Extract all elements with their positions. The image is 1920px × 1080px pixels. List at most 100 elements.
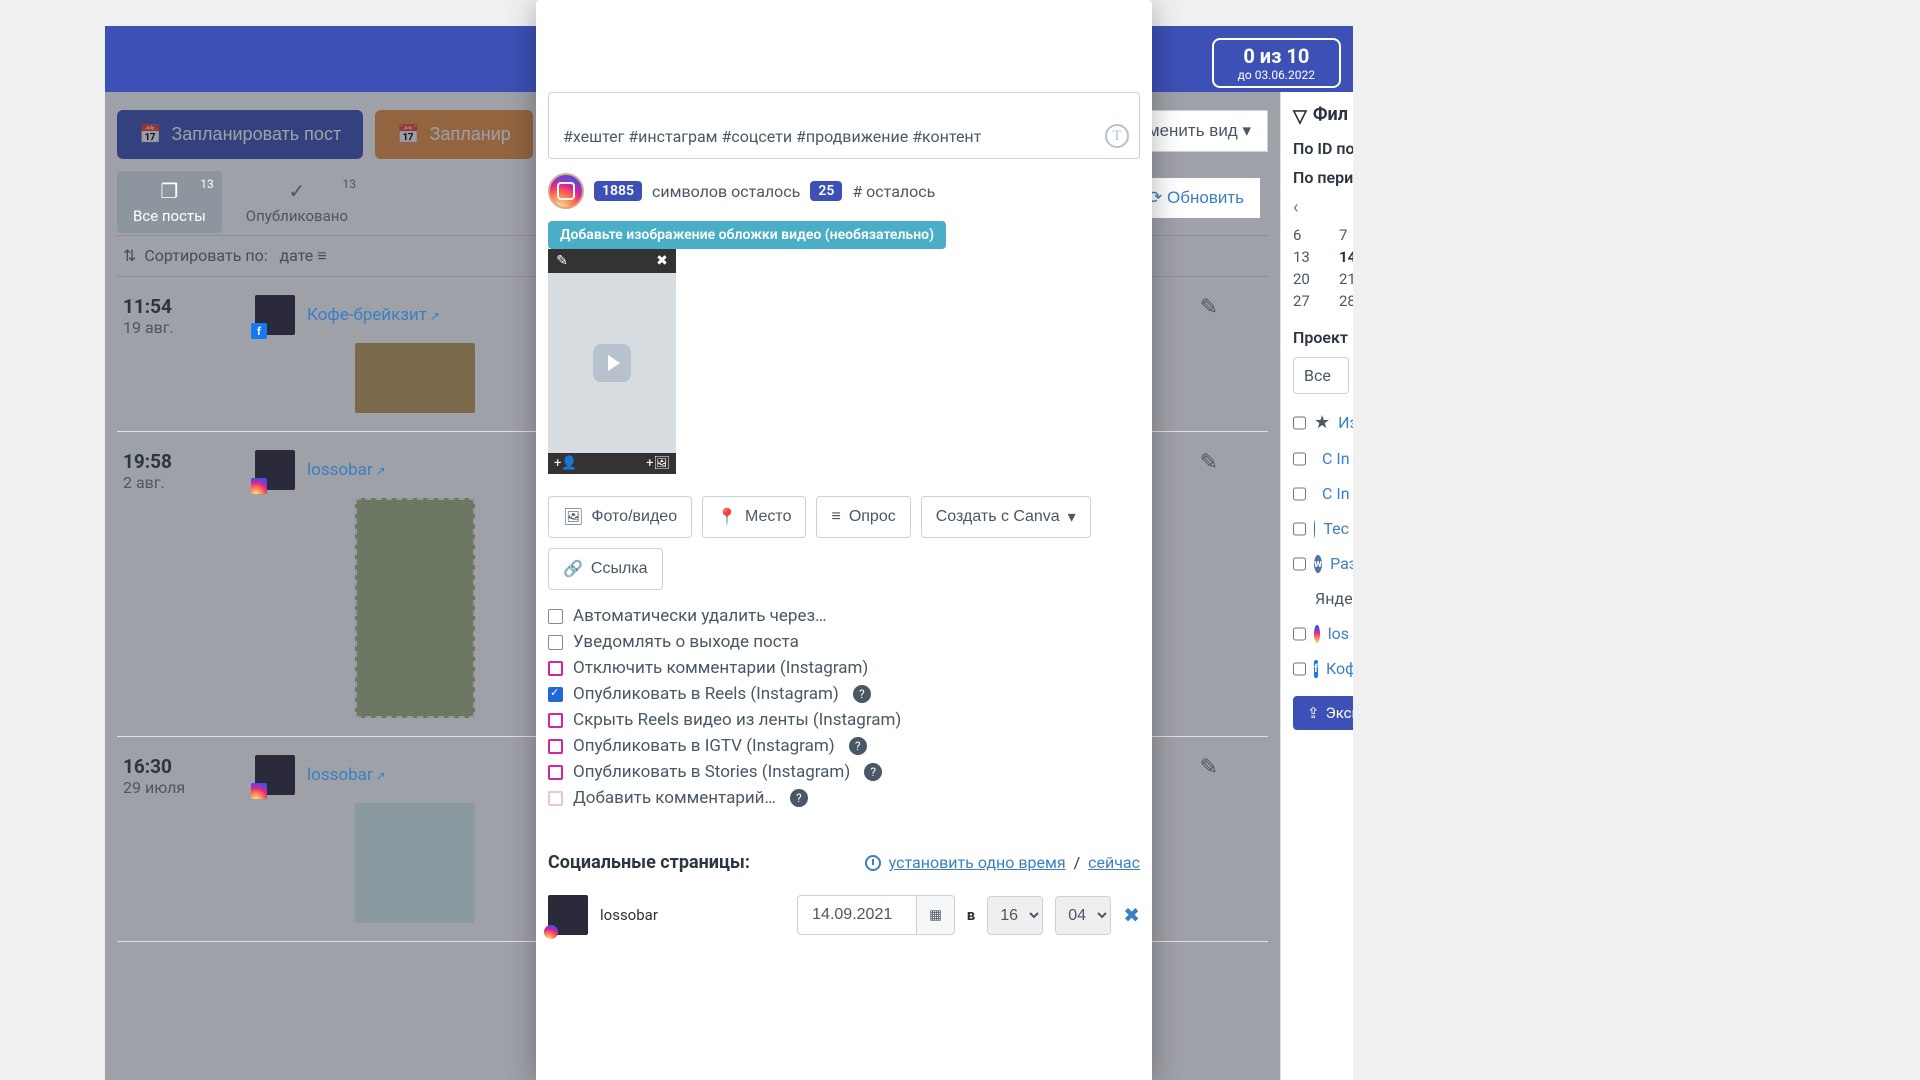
quota-sub: до 03.06.2022 <box>1238 68 1315 82</box>
schedule-row: lossobar ▦ в 16 04 ✖ <box>548 895 1140 935</box>
social-pages-heading: Социальные страницы: <box>548 852 750 873</box>
filter-heading: ▽Фил <box>1293 104 1349 127</box>
list-item-sub: Яндек <box>1315 589 1349 608</box>
filter-icon: ▽ <box>1293 106 1307 127</box>
vk-icon: w <box>1314 555 1322 573</box>
external-icon: ↗ <box>376 464 386 478</box>
chevron-down-icon: ▾ <box>1068 507 1076 527</box>
add-poll-button[interactable]: ≡Опрос <box>816 496 910 538</box>
add-place-button[interactable]: 📍Место <box>702 496 806 538</box>
export-icon: ⇪ <box>1307 704 1320 722</box>
text-format-icon[interactable]: T <box>1105 124 1129 148</box>
star-icon: ★ <box>1314 412 1330 433</box>
instagram-icon <box>251 783 267 799</box>
post-title-link[interactable]: lossobar↗ <box>307 765 386 785</box>
facebook-icon: f <box>251 323 267 339</box>
option-publish-igtv[interactable]: Опубликовать в IGTV (Instagram)? <box>548 736 1140 756</box>
copy-icon: ❐ <box>160 179 178 203</box>
project-select[interactable]: Все <box>1293 357 1349 394</box>
quota-num: 0 из 10 <box>1238 44 1315 68</box>
account-avatar <box>255 450 295 490</box>
instagram-icon <box>1314 625 1320 643</box>
edit-icon[interactable]: ✎ <box>1200 755 1218 780</box>
external-icon: ↗ <box>376 769 386 783</box>
filter-by-id[interactable]: По ID пос <box>1293 139 1349 158</box>
help-icon[interactable]: ? <box>853 685 871 703</box>
edit-media-icon[interactable]: ✎ <box>548 249 576 273</box>
post-thumbnail <box>355 343 475 413</box>
status-dot-icon <box>1314 520 1315 538</box>
calendar-icon: ▦ <box>929 907 942 922</box>
tag-photo-icon[interactable]: +🖼 <box>640 453 676 474</box>
remove-account-icon[interactable]: ✖ <box>1123 903 1140 927</box>
attach-toolbar: 🖼Фото/видео 📍Место ≡Опрос Создать с Canv… <box>548 496 1140 590</box>
help-icon[interactable]: ? <box>864 763 882 781</box>
tag-person-icon[interactable]: +👤 <box>548 453 584 474</box>
check-circle-icon: ✓ <box>288 179 305 203</box>
mini-calendar[interactable]: 67 1314 2021 2728 <box>1293 226 1349 310</box>
tab-published[interactable]: 13 ✓ Опубликовано <box>230 171 364 233</box>
date-input[interactable] <box>797 895 917 935</box>
calendar-picker-button[interactable]: ▦ <box>917 895 955 935</box>
hashtags-left-badge: 25 <box>810 181 842 201</box>
post-title-link[interactable]: lossobar↗ <box>307 460 386 480</box>
set-one-time-link[interactable]: установить одно время <box>889 853 1066 872</box>
list-item[interactable]: fКоф <box>1293 659 1349 678</box>
minute-select[interactable]: 04 <box>1055 896 1111 935</box>
option-publish-stories[interactable]: Опубликовать в Stories (Instagram)? <box>548 762 1140 782</box>
chars-left-badge: 1885 <box>594 181 642 201</box>
option-hide-reels[interactable]: Скрыть Reels видео из ленты (Instagram) <box>548 710 1140 730</box>
add-link-button[interactable]: 🔗Ссылка <box>548 548 663 590</box>
facebook-icon: f <box>1314 660 1318 678</box>
edit-icon[interactable]: ✎ <box>1200 295 1218 320</box>
play-icon <box>593 344 631 382</box>
list-item[interactable]: wРаз <box>1293 554 1349 573</box>
options-list: Автоматически удалить через… Уведомлять … <box>548 606 1140 808</box>
post-thumbnail <box>355 803 475 923</box>
help-icon[interactable]: ? <box>849 737 867 755</box>
list-item[interactable]: los <box>1293 624 1349 643</box>
list-item[interactable]: С In <box>1293 449 1349 468</box>
now-link[interactable]: сейчас <box>1088 853 1140 872</box>
time-shortcuts: установить одно время / сейчас <box>865 853 1140 872</box>
help-icon[interactable]: ? <box>790 789 808 807</box>
export-button[interactable]: ⇪Экспо <box>1293 696 1353 730</box>
project-label: Проект <box>1293 328 1349 347</box>
account-avatar <box>548 895 588 935</box>
video-preview[interactable] <box>548 273 676 453</box>
project-list: ★Из С In С In Tec wРаз Яндек los fКоф <box>1293 412 1349 678</box>
prev-month-button[interactable]: ‹ <box>1293 197 1349 218</box>
account-avatar <box>255 755 295 795</box>
tab-all-posts[interactable]: 13 ❐ Все посты <box>117 171 222 233</box>
cover-hint-button[interactable]: Добавьте изображение обложки видео (необ… <box>548 221 946 249</box>
option-autodelete[interactable]: Автоматически удалить через… <box>548 606 1140 626</box>
post-title-link[interactable]: Кофе-брейкзит↗ <box>307 305 440 325</box>
account-avatar: f <box>255 295 295 335</box>
instagram-icon <box>251 478 267 494</box>
option-add-comment[interactable]: Добавить комментарий…? <box>548 788 1140 808</box>
instagram-icon <box>544 925 558 939</box>
hour-select[interactable]: 16 <box>987 896 1043 935</box>
list-item[interactable]: ★Из <box>1293 412 1349 433</box>
list-icon: ≡ <box>831 508 840 526</box>
add-photo-button[interactable]: 🖼Фото/видео <box>548 496 692 538</box>
edit-icon[interactable]: ✎ <box>1200 450 1218 475</box>
compose-modal: #хештег #инстаграм #соцсети #продвижение… <box>536 0 1152 1080</box>
list-item[interactable]: Tec <box>1293 519 1349 538</box>
pin-icon: 📍 <box>717 507 737 527</box>
option-disable-comments[interactable]: Отключить комментарии (Instagram) <box>548 658 1140 678</box>
instagram-icon <box>548 173 584 209</box>
remove-media-icon[interactable]: ✖ <box>648 249 676 273</box>
post-text-editor[interactable]: #хештег #инстаграм #соцсети #продвижение… <box>548 92 1140 159</box>
sidebar: ▽Фил По ID пос По перио ‹ 67 1314 2021 2… <box>1280 92 1353 1080</box>
quota-counter: 0 из 10 до 03.06.2022 <box>1212 38 1341 88</box>
char-count-row: 1885 символов осталось 25 # осталось <box>548 173 1140 209</box>
image-icon: 🖼 <box>563 507 583 527</box>
option-notify[interactable]: Уведомлять о выходе поста <box>548 632 1140 652</box>
option-publish-reels[interactable]: Опубликовать в Reels (Instagram)? <box>548 684 1140 704</box>
media-thumbnail: ✎ ✖ +👤 +🖼 <box>548 249 676 474</box>
filter-by-period[interactable]: По перио <box>1293 168 1349 187</box>
create-canva-button[interactable]: Создать с Canva ▾ <box>921 496 1091 538</box>
list-item[interactable]: С In <box>1293 484 1349 503</box>
link-icon: 🔗 <box>563 559 583 579</box>
